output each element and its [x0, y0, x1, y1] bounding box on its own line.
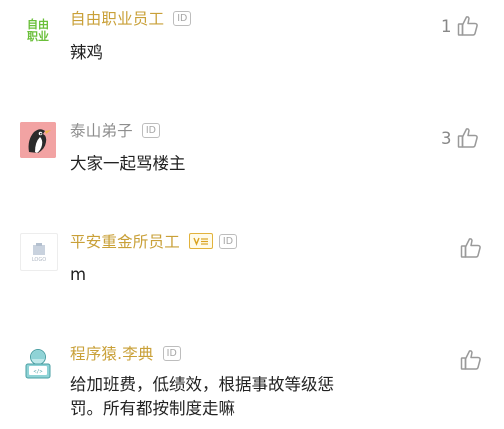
avatar-logo-text: LOGO	[31, 256, 47, 263]
programmer-avatar-icon: </>	[25, 349, 51, 379]
comment-text-line: 给加班费，低绩效，根据事故等级惩	[70, 375, 334, 394]
like-button[interactable]: 1	[441, 14, 480, 38]
author-row: 泰山弟子 ID	[70, 119, 160, 141]
avatar-programmer[interactable]: </>	[20, 345, 56, 381]
logo-placeholder-icon	[33, 242, 45, 255]
thumbs-up-icon	[457, 128, 478, 148]
avatar-taishan[interactable]	[20, 122, 56, 158]
id-badge: ID	[141, 122, 160, 138]
avatar-text: 职业	[27, 30, 49, 43]
comment-text-line: 罚。所有都按制度走嘛	[70, 399, 235, 418]
id-badge: ID	[162, 345, 181, 361]
id-badge: ID	[218, 233, 238, 249]
bird-avatar-icon	[20, 122, 56, 158]
svg-text:</>: </>	[33, 369, 42, 375]
author-name[interactable]: 自由职业员工	[70, 7, 164, 29]
like-button[interactable]	[455, 236, 483, 260]
author-row: 平安重金所员工 ID	[70, 230, 238, 252]
comment-text: m	[70, 265, 87, 284]
author-row: 自由职业员工 ID	[70, 7, 192, 29]
comment-text: 辣鸡	[70, 43, 103, 62]
comment-text: 给加班费，低绩效，根据事故等级惩 罚。所有都按制度走嘛	[70, 373, 400, 421]
like-count: 3	[441, 128, 452, 148]
author-name[interactable]: 程序猿.李典	[70, 342, 154, 364]
like-count: 1	[441, 16, 452, 36]
author-name[interactable]: 泰山弟子	[70, 119, 133, 141]
author-row: 程序猿.李典 ID	[70, 342, 181, 364]
avatar-freelancer[interactable]: 自由 职业	[20, 13, 56, 49]
thumbs-up-icon	[460, 350, 481, 370]
like-button[interactable]	[455, 348, 483, 372]
verified-badge-icon	[188, 233, 213, 249]
author-name[interactable]: 平安重金所员工	[70, 230, 180, 252]
like-button[interactable]: 3	[441, 126, 480, 150]
thumbs-up-icon	[460, 238, 481, 258]
id-badge: ID	[173, 10, 192, 26]
thumbs-up-icon	[457, 16, 478, 36]
comment-text: 大家一起骂楼主	[70, 154, 186, 173]
avatar-pingan[interactable]: LOGO	[20, 233, 58, 271]
